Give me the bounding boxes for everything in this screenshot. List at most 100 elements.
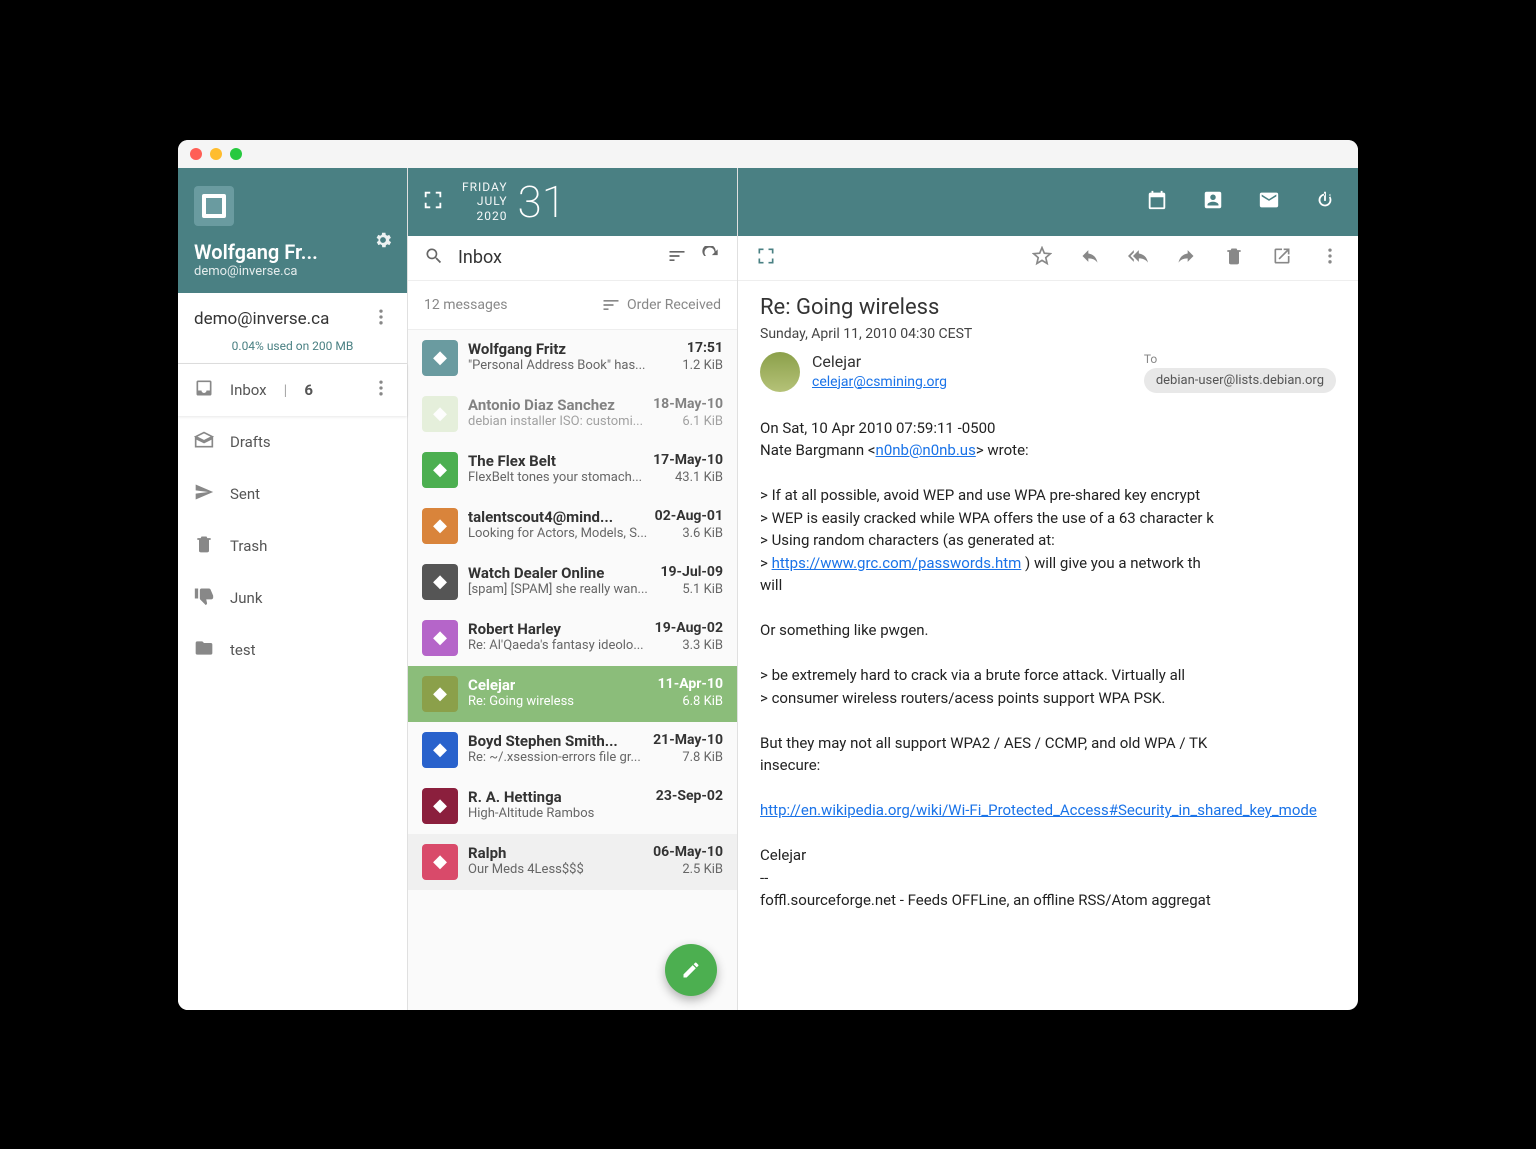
mail-subject: Re: Going wireless bbox=[760, 295, 1336, 320]
message-item[interactable]: ◆Boyd Stephen Smith...21-May-10Re: ~/.xs… bbox=[408, 722, 737, 778]
message-item[interactable]: ◆R. A. Hettinga23-Sep-02High-Altitude Ra… bbox=[408, 778, 737, 834]
folder-label: Sent bbox=[230, 485, 260, 503]
sort-button[interactable]: Order Received bbox=[601, 295, 721, 315]
msg-size: 6.1 KiB bbox=[682, 414, 723, 429]
avatar: ◆ bbox=[422, 676, 458, 712]
message-item[interactable]: ◆ Celejar 11-Apr-10 Re: Going wireless 6.8 K… bbox=[408, 666, 737, 722]
msg-size: 5.1 KiB bbox=[682, 582, 723, 597]
msg-date: 02-Aug-01 bbox=[655, 508, 723, 526]
msg-from: Boyd Stephen Smith... bbox=[468, 732, 618, 750]
more-vert-icon[interactable] bbox=[1320, 246, 1340, 270]
trash-icon bbox=[194, 534, 216, 558]
msg-size: 2.5 KiB bbox=[682, 862, 723, 877]
calendar-icon[interactable] bbox=[1146, 189, 1168, 215]
fullscreen-icon[interactable] bbox=[422, 189, 444, 215]
from-email-link[interactable]: celejar@csmining.org bbox=[812, 374, 947, 390]
sent-icon bbox=[194, 482, 216, 506]
titlebar bbox=[178, 140, 1358, 168]
sort-icon[interactable] bbox=[667, 246, 687, 270]
folder-drafts[interactable]: Drafts bbox=[178, 416, 407, 468]
msg-date: 06-May-10 bbox=[653, 844, 723, 862]
msg-from: The Flex Belt bbox=[468, 452, 556, 470]
msg-size: 6.8 KiB bbox=[682, 694, 723, 709]
message-item[interactable]: ◆Antonio Diaz Sanchez18-May-10debian ins… bbox=[408, 386, 737, 442]
power-icon[interactable] bbox=[1314, 189, 1336, 215]
sort-label: Order Received bbox=[627, 297, 721, 313]
delete-icon[interactable] bbox=[1224, 246, 1244, 270]
account-email: demo@inverse.ca bbox=[194, 309, 329, 329]
list-meta-row: 12 messages Order Received bbox=[408, 281, 737, 330]
folder-inbox[interactable]: Inbox|6 bbox=[178, 364, 407, 416]
msg-subject: Our Meds 4Less$$$ bbox=[468, 862, 584, 877]
message-list-pane: FRIDAY JULY 2020 31 Inbox 12 messages Or… bbox=[408, 168, 738, 1010]
to-chip[interactable]: debian-user@lists.debian.org bbox=[1144, 368, 1336, 393]
avatar: ◆ bbox=[422, 844, 458, 880]
message-item[interactable]: ◆Ralph06-May-10Our Meds 4Less$$$2.5 KiB bbox=[408, 834, 737, 890]
msg-size: 3.6 KiB bbox=[682, 526, 723, 541]
msg-subject: debian installer ISO: customi... bbox=[468, 414, 643, 429]
junk-icon bbox=[194, 586, 216, 610]
body-email-link[interactable]: n0nb@n0nb.us bbox=[876, 441, 976, 459]
message-item[interactable]: ◆Robert Harley19-Aug-02Re: Al'Qaeda's fa… bbox=[408, 610, 737, 666]
msg-from: talentscout4@mind... bbox=[468, 508, 613, 526]
reply-all-icon[interactable] bbox=[1128, 246, 1148, 270]
avatar: ◆ bbox=[422, 508, 458, 544]
msg-date: 17:51 bbox=[687, 340, 723, 358]
folder-label: Junk bbox=[230, 589, 262, 607]
body-link-1[interactable]: https://www.grc.com/passwords.htm bbox=[772, 554, 1022, 572]
window-minimize-button[interactable] bbox=[210, 148, 222, 160]
mail-icon[interactable] bbox=[1258, 189, 1280, 215]
msg-from: Robert Harley bbox=[468, 620, 561, 638]
compose-button[interactable] bbox=[665, 944, 717, 996]
body-link-2[interactable]: http://en.wikipedia.org/wiki/Wi-Fi_Prote… bbox=[760, 801, 1317, 819]
mail-header: Re: Going wireless Sunday, April 11, 201… bbox=[738, 281, 1358, 407]
folder-junk[interactable]: Junk bbox=[178, 572, 407, 624]
gear-icon[interactable] bbox=[373, 230, 393, 254]
msg-date: 11-Apr-10 bbox=[658, 676, 723, 694]
message-item[interactable]: ◆Wolfgang Fritz17:51"Personal Address Bo… bbox=[408, 330, 737, 386]
msg-subject: [spam] [SPAM] she really wan... bbox=[468, 582, 648, 597]
message-item[interactable]: ◆ talentscout4@mind... 02-Aug-01 Looking fo… bbox=[408, 498, 737, 554]
msg-subject: Looking for Actors, Models, S... bbox=[468, 526, 647, 541]
more-vert-icon[interactable] bbox=[371, 307, 391, 331]
expand-icon[interactable] bbox=[756, 246, 776, 270]
contacts-icon[interactable] bbox=[1202, 189, 1224, 215]
avatar: ◆ bbox=[422, 620, 458, 656]
window-zoom-button[interactable] bbox=[230, 148, 242, 160]
account-row[interactable]: demo@inverse.ca bbox=[178, 293, 407, 335]
to-label: To bbox=[1144, 352, 1336, 366]
message-item[interactable]: ◆The Flex Belt17-May-10FlexBelt tones yo… bbox=[408, 442, 737, 498]
window-close-button[interactable] bbox=[190, 148, 202, 160]
mail-datetime: Sunday, April 11, 2010 04:30 CEST bbox=[760, 326, 1336, 342]
more-vert-icon[interactable] bbox=[371, 378, 391, 402]
msg-subject: FlexBelt tones your stomach... bbox=[468, 470, 642, 485]
msg-size: 3.3 KiB bbox=[682, 638, 723, 653]
msg-date: 21-May-10 bbox=[653, 732, 723, 750]
avatar bbox=[760, 352, 800, 392]
msg-subject: Re: Going wireless bbox=[468, 694, 574, 709]
from-name: Celejar bbox=[812, 352, 947, 371]
forward-icon[interactable] bbox=[1176, 246, 1196, 270]
date-weekday: FRIDAY bbox=[462, 180, 508, 194]
msg-size: 43.1 KiB bbox=[675, 470, 723, 485]
msg-from: Celejar bbox=[468, 676, 515, 694]
star-icon[interactable] bbox=[1032, 246, 1052, 270]
date-block[interactable]: FRIDAY JULY 2020 31 bbox=[462, 176, 566, 228]
folder-label: Trash bbox=[230, 537, 267, 555]
msg-date: 18-May-10 bbox=[653, 396, 723, 414]
refresh-icon[interactable] bbox=[701, 246, 721, 270]
message-actions bbox=[738, 236, 1358, 281]
search-icon[interactable] bbox=[424, 246, 444, 270]
msg-subject: Re: Al'Qaeda's fantasy ideolo... bbox=[468, 638, 644, 653]
folder-trash[interactable]: Trash bbox=[178, 520, 407, 572]
sidebar: Wolfgang Fr... demo@inverse.ca demo@inve… bbox=[178, 168, 408, 1010]
folder-icon bbox=[194, 638, 216, 662]
quota-text: 0.04% used on 200 MB bbox=[178, 335, 407, 364]
folder-sent[interactable]: Sent bbox=[178, 468, 407, 520]
message-item[interactable]: ◆Watch Dealer Online19-Jul-09[spam] [SPA… bbox=[408, 554, 737, 610]
folder-title[interactable]: Inbox bbox=[458, 247, 653, 268]
avatar: ◆ bbox=[422, 788, 458, 824]
folder-test[interactable]: test bbox=[178, 624, 407, 676]
open-new-icon[interactable] bbox=[1272, 246, 1292, 270]
reply-icon[interactable] bbox=[1080, 246, 1100, 270]
